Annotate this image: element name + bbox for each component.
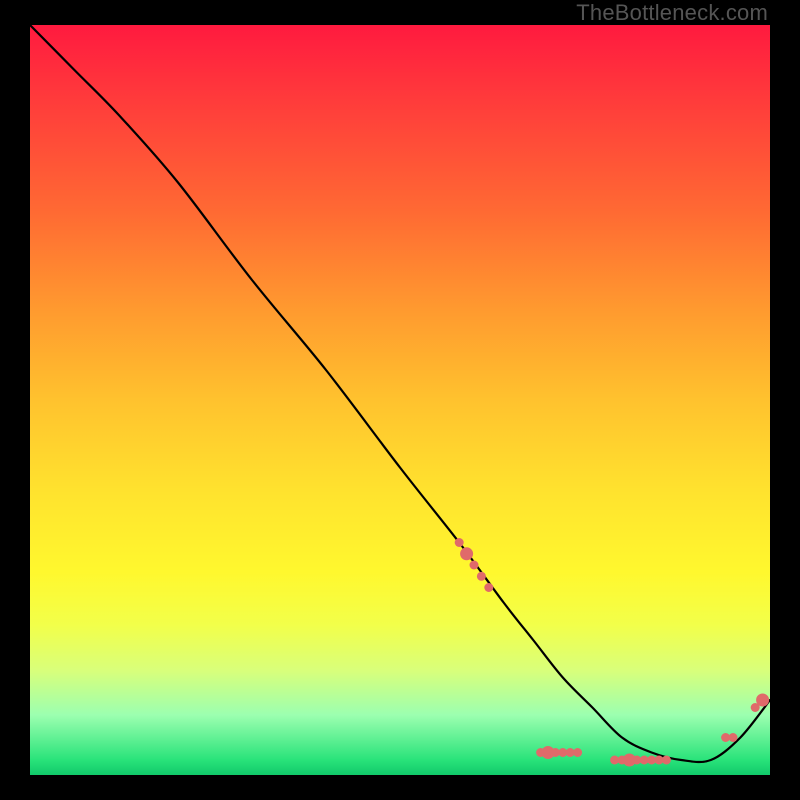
data-point-marker (662, 756, 671, 765)
data-point-marker (460, 547, 473, 560)
data-point-marker (470, 561, 479, 570)
data-points-group (455, 538, 769, 767)
data-point-marker (756, 694, 769, 707)
data-point-marker (573, 748, 582, 757)
chart-overlay-svg (30, 25, 770, 775)
data-point-marker (484, 583, 493, 592)
data-point-marker (455, 538, 464, 547)
watermark-text: TheBottleneck.com (576, 0, 768, 26)
chart-frame: { "watermark": "TheBottleneck.com", "plo… (0, 0, 800, 800)
bottleneck-curve-line (30, 25, 770, 762)
data-point-marker (729, 733, 738, 742)
data-point-marker (477, 572, 486, 581)
